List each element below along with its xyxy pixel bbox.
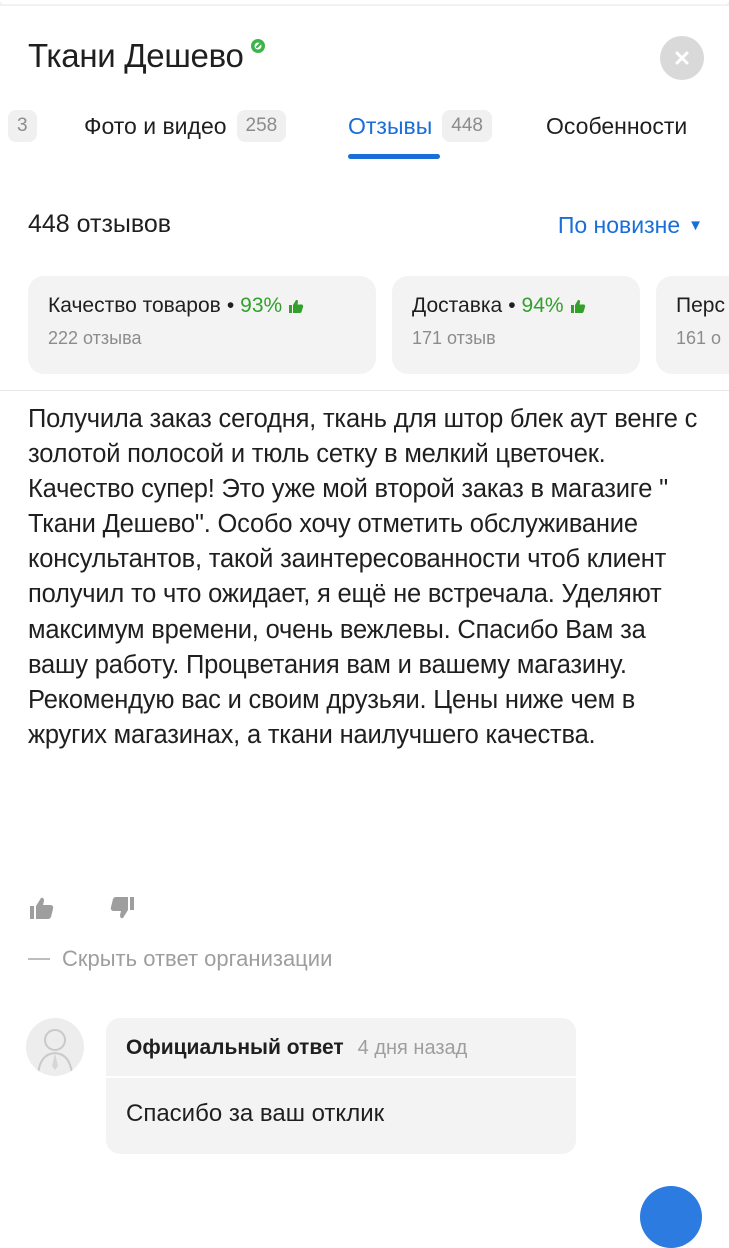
active-tab-indicator [348,154,440,159]
aspect-card-staff[interactable]: Перс 161 о [656,276,729,374]
thumbs-up-icon [570,299,585,313]
top-sheet-edge [0,0,729,6]
aspect-subtitle: 222 отзыва [48,328,142,348]
tab-partial[interactable]: 3 [8,104,37,148]
aspect-subtitle: 171 отзыв [412,328,496,348]
tab-features[interactable]: Особенности [546,104,687,148]
section-divider [0,390,729,391]
tab-label: Фото и видео [84,112,227,139]
tab-count: 3 [8,110,37,142]
tab-count: 448 [442,110,492,142]
page-header: Ткани Дешево [28,34,266,78]
dash-icon [28,958,50,960]
tab-count: 258 [236,110,287,142]
answer-time: 4 дня назад [357,1036,468,1059]
tab-label: Особенности [546,112,688,139]
separator-dot: • [226,294,235,317]
tab-photos-videos[interactable]: Фото и видео 258 [84,104,287,148]
aspect-name: Перс [676,294,725,317]
sort-dropdown[interactable]: По новизне ▼ [558,212,703,239]
reviews-count: 448 отзывов [28,210,172,238]
tab-bar: 3 Фото и видео 258 Отзывы 448 Особенност… [0,104,729,164]
hide-answer-label: Скрыть ответ организации [62,946,333,971]
floating-action-button[interactable] [640,1186,702,1248]
aspect-card-quality[interactable]: Качество товаров • 93% 222 отзыва [28,276,376,374]
sort-label: По новизне [557,212,681,238]
dislike-icon[interactable] [108,894,136,922]
review-reactions [28,894,188,922]
aspect-percent: 94% [521,294,564,317]
aspect-percent: 93% [240,294,283,317]
official-answer: Официальный ответ 4 дня назад Спасибо за… [106,1018,576,1154]
review-text: Получила заказ сегодня, ткань для штор б… [28,405,698,749]
user-silhouette-icon [37,1029,73,1075]
caret-down-icon: ▼ [688,217,703,234]
aspect-card-delivery[interactable]: Доставка • 94% 171 отзыв [392,276,640,374]
aspect-subtitle: 161 о [676,328,722,348]
aspect-name: Доставка [412,294,503,317]
answer-divider [106,1076,576,1078]
tab-label: Отзывы [348,112,433,139]
thumbs-up-icon [289,299,304,313]
hide-answer-toggle[interactable]: Скрыть ответ организации [28,946,332,972]
separator-dot: • [508,294,516,317]
close-button[interactable] [660,36,704,80]
page-title: Ткани Дешево [28,37,244,74]
aspect-name: Качество товаров [48,294,221,317]
answer-title: Официальный ответ [126,1036,344,1059]
close-icon [675,51,689,65]
verified-icon [250,39,265,53]
like-icon[interactable] [28,894,56,922]
avatar [26,1018,84,1076]
tab-reviews[interactable]: Отзывы 448 [348,104,492,148]
aspect-cards: Качество товаров • 93% 222 отзыва Достав… [28,276,729,376]
answer-text: Спасибо за ваш отклик [106,1078,576,1154]
